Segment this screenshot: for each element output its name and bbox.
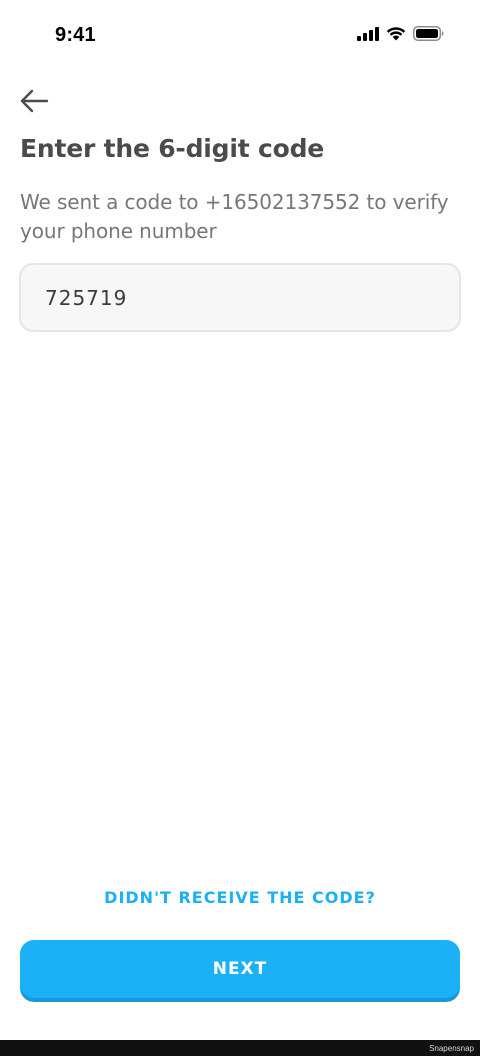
status-icons bbox=[357, 26, 444, 41]
bottom-strip bbox=[0, 1040, 480, 1056]
resend-code-link[interactable]: DIDN'T RECEIVE THE CODE? bbox=[0, 888, 480, 907]
subtitle: We sent a code to +16502137552 to verify… bbox=[20, 190, 449, 243]
status-time: 9:41 bbox=[55, 24, 96, 46]
page-title: Enter the 6-digit code bbox=[20, 134, 325, 163]
watermark: Snapensnap bbox=[429, 1044, 474, 1053]
status-bar: 9:41 bbox=[0, 0, 480, 72]
wifi-icon bbox=[386, 26, 406, 41]
battery-icon bbox=[413, 26, 444, 41]
verification-code-input[interactable] bbox=[19, 263, 461, 332]
next-button[interactable]: NEXT bbox=[20, 940, 460, 998]
signal-icon bbox=[357, 26, 379, 41]
verification-screen: 9:41 Enter the 6-digit code We sent a co… bbox=[0, 0, 480, 1056]
arrow-left-icon bbox=[19, 89, 49, 117]
back-button[interactable] bbox=[16, 86, 52, 120]
